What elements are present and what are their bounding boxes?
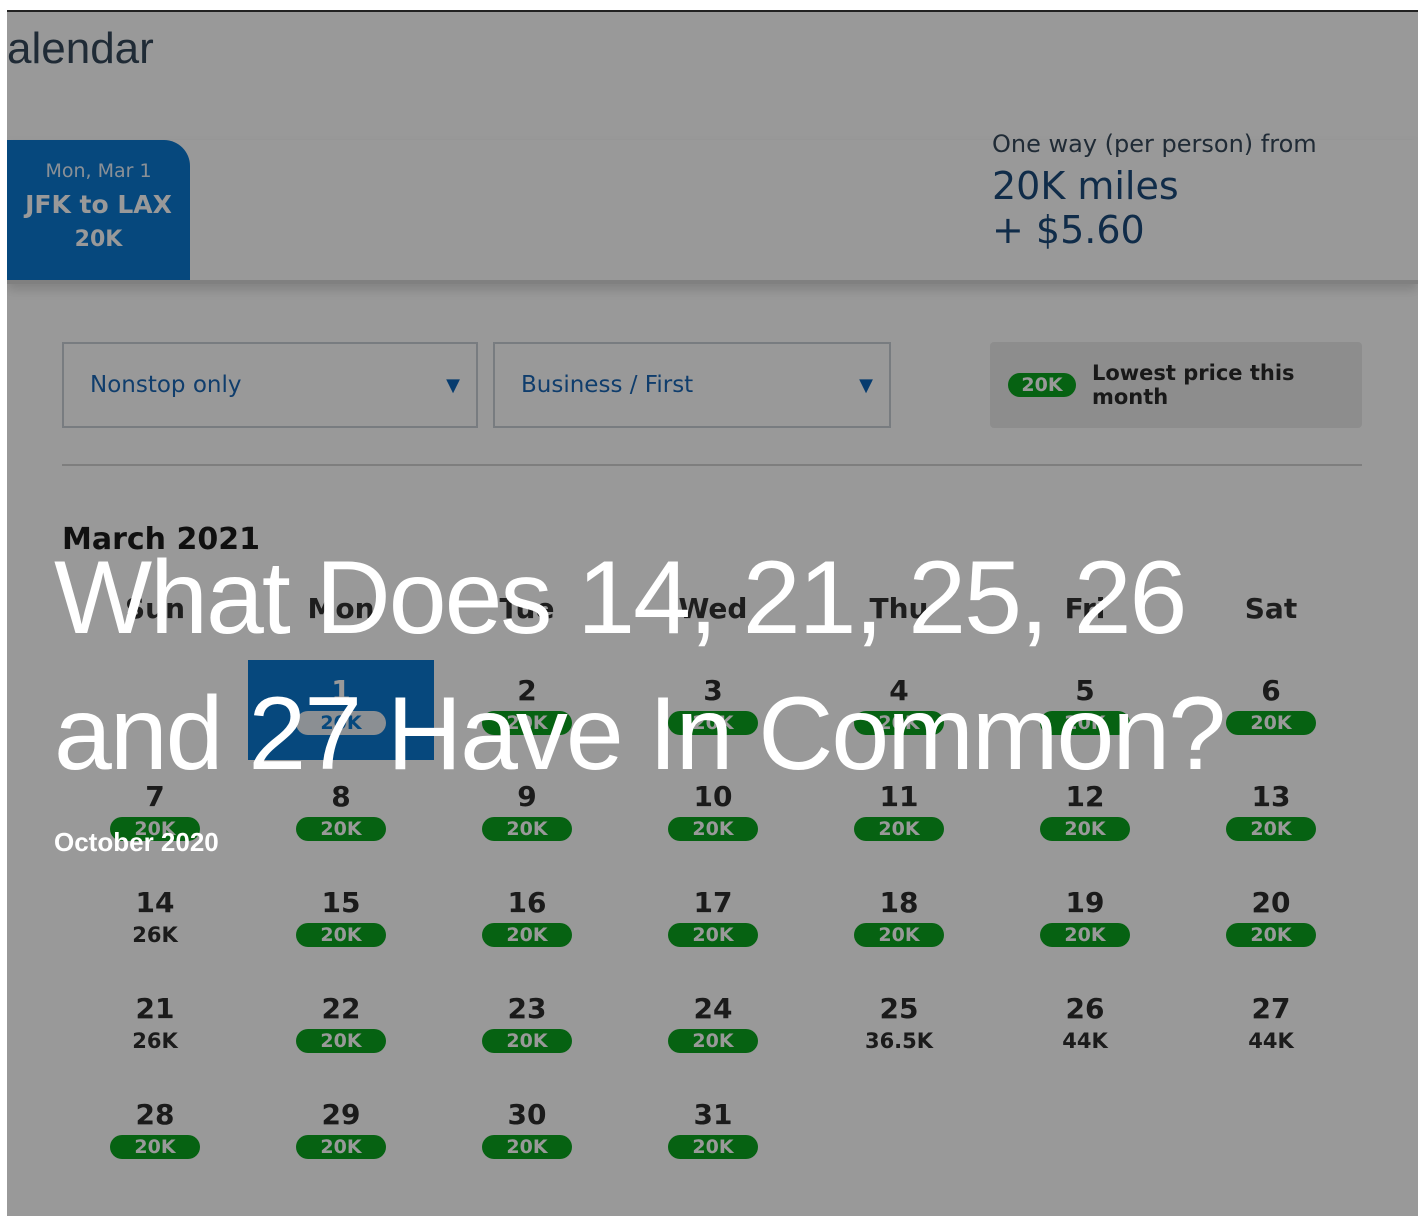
article-hero: alendar Mon, Mar 1 JFK to LAX 20K One wa… (7, 10, 1418, 1216)
article-headline[interactable]: What Does 14, 21, 25, 26 and 27 Have In … (54, 530, 1354, 802)
article-date: October 2020 (54, 827, 219, 857)
